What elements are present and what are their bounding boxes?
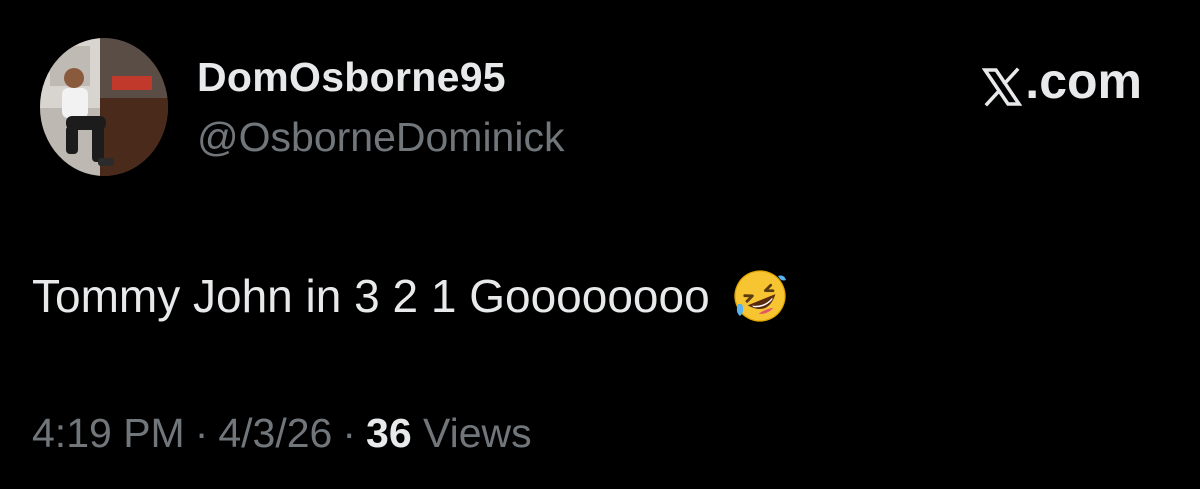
views-count: 36 xyxy=(366,410,412,456)
brand-suffix: .com xyxy=(1025,53,1142,109)
tweet-date[interactable]: 4/3/26 xyxy=(218,410,332,456)
tweet-meta: 4:19 PM · 4/3/26 · 36 Views xyxy=(32,410,532,457)
meta-separator: · xyxy=(342,410,357,456)
brand-watermark: .com xyxy=(982,52,1142,110)
tweet-card: DomOsborne95 @OsborneDominick .com Tommy… xyxy=(0,0,1200,489)
views-label: Views xyxy=(423,410,532,456)
avatar-photo xyxy=(40,38,168,176)
meta-separator: · xyxy=(194,410,209,456)
tweet-text: Tommy John in 3 2 1 Goooooooo xyxy=(32,270,710,322)
tweet-time[interactable]: 4:19 PM xyxy=(32,410,185,456)
tweet-body: Tommy John in 3 2 1 Goooooooo xyxy=(32,268,788,324)
rolling-on-floor-laughing-emoji-icon xyxy=(732,268,788,324)
x-logo-icon xyxy=(982,61,1023,107)
display-name[interactable]: DomOsborne95 xyxy=(197,54,506,101)
avatar[interactable] xyxy=(40,38,168,176)
user-handle[interactable]: @OsborneDominick xyxy=(197,114,564,161)
